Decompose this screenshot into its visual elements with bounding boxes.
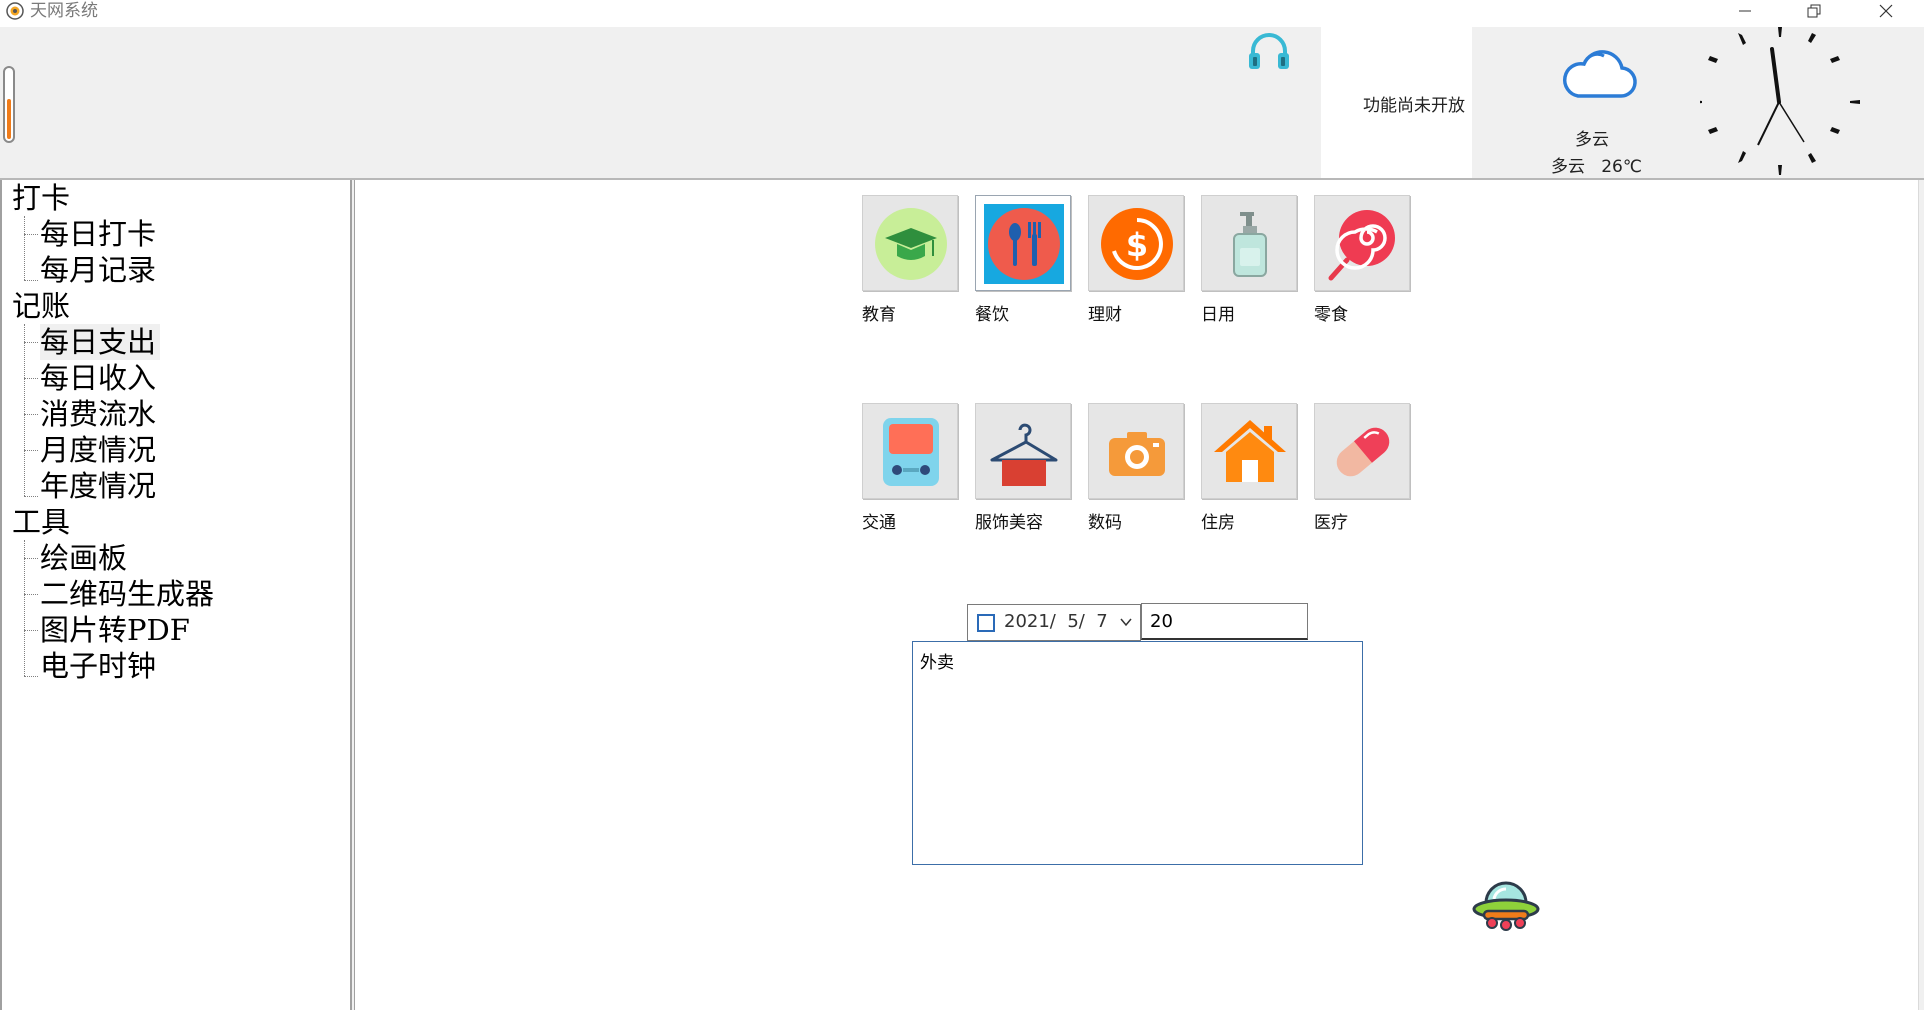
category-transport-label: 交通: [862, 513, 896, 533]
main-panel: [354, 180, 1924, 1010]
app-logo-icon: [6, 2, 24, 20]
weather-condition: 多云: [1575, 130, 1609, 150]
navigation-tree: 打卡 每日打卡 每月记录 记账 每日支出 每日收入 消费流水 月度情况 年度情况…: [0, 180, 352, 1010]
restore-icon: [1807, 4, 1821, 18]
category-apparel-button[interactable]: [975, 403, 1071, 499]
category-snacks-label: 零食: [1314, 305, 1348, 325]
category-daily-use-button[interactable]: [1201, 195, 1297, 291]
tree-item-monthly-summary[interactable]: 月度情况: [40, 432, 156, 468]
tree-connector: [24, 280, 38, 281]
notice-text: 功能尚未开放: [1363, 96, 1465, 116]
fork-spoon-icon: [984, 204, 1064, 284]
amount-input[interactable]: [1141, 603, 1308, 640]
tree-connector: [24, 630, 38, 631]
category-medical-button[interactable]: [1314, 403, 1410, 499]
date-picker[interactable]: 2021/ 5/ 7: [967, 604, 1141, 641]
soap-bottle-icon: [1233, 212, 1267, 277]
tree-item-qr-generator[interactable]: 二维码生成器: [40, 576, 214, 612]
tree-connector: [24, 414, 38, 415]
tree-connector: [24, 342, 38, 343]
tree-connector: [24, 324, 25, 496]
ufo-icon[interactable]: [1472, 873, 1540, 933]
category-daily-use-label: 日用: [1201, 305, 1235, 325]
tree-connector: [24, 450, 38, 451]
thermometer-gauge: [3, 66, 15, 143]
category-education-button[interactable]: [862, 195, 958, 291]
minimize-button[interactable]: [1714, 0, 1776, 27]
tree-connector: [24, 378, 38, 379]
window-title: 天网系统: [30, 1, 98, 21]
category-snacks-button[interactable]: [1314, 195, 1410, 291]
weather-summary: 多云 26℃: [1551, 157, 1642, 177]
tree-item-drawing-board[interactable]: 绘画板: [40, 540, 127, 576]
analog-clock: [1700, 27, 1860, 175]
category-finance-button[interactable]: $: [1088, 195, 1184, 291]
chevron-down-icon[interactable]: [1118, 615, 1134, 629]
bus-icon: [883, 418, 939, 486]
category-digital-button[interactable]: [1088, 403, 1184, 499]
tree-connector: [24, 540, 25, 676]
headphones-icon[interactable]: [1247, 31, 1291, 71]
tree-item-transactions[interactable]: 消费流水: [40, 396, 156, 432]
tree-item-daily-income[interactable]: 每日收入: [40, 360, 156, 396]
tree-group-punch[interactable]: 打卡: [12, 180, 70, 216]
close-button[interactable]: [1855, 0, 1917, 27]
category-housing-button[interactable]: [1201, 403, 1297, 499]
tree-connector: [24, 496, 38, 497]
category-dining-button[interactable]: [975, 195, 1071, 291]
category-housing-label: 住房: [1201, 513, 1235, 533]
tree-connector: [24, 234, 38, 235]
tree-connector: [24, 216, 25, 280]
hanger-icon: [990, 423, 1058, 486]
tree-connector: [24, 558, 38, 559]
scrollbar-edge: [1918, 180, 1924, 1010]
thermometer-fill: [7, 98, 11, 139]
tree-item-image-to-pdf[interactable]: 图片转PDF: [40, 612, 190, 648]
tree-item-daily-punch[interactable]: 每日打卡: [40, 216, 156, 252]
dollar-coin-icon: $: [1101, 208, 1173, 280]
tree-group-tools[interactable]: 工具: [12, 504, 70, 540]
title-bar: 天网系统: [0, 0, 1924, 27]
category-transport-button[interactable]: [862, 403, 958, 499]
category-apparel-label: 服饰美容: [975, 513, 1043, 533]
category-education-label: 教育: [862, 305, 896, 325]
tree-item-digital-clock[interactable]: 电子时钟: [40, 648, 156, 684]
lollipop-icon: [1328, 210, 1395, 281]
tree-group-accounting[interactable]: 记账: [12, 288, 70, 324]
graduation-cap-icon: [875, 208, 947, 280]
tree-connector: [24, 594, 38, 595]
date-enable-checkbox[interactable]: [977, 614, 995, 632]
category-finance-label: 理财: [1088, 305, 1122, 325]
tree-item-daily-expense[interactable]: 每日支出: [40, 324, 161, 360]
app-window: 天网系统 功能尚未开放 多云 多云 26℃ 打卡 每日打卡 每月记录 记账 每日…: [0, 0, 1924, 1010]
category-dining-label: 餐饮: [975, 305, 1009, 325]
tree-item-monthly-record[interactable]: 每月记录: [40, 252, 156, 288]
tree-connector: [24, 676, 38, 677]
cloud-icon: [1562, 50, 1637, 98]
category-digital-label: 数码: [1088, 513, 1122, 533]
close-icon: [1879, 4, 1893, 18]
category-medical-label: 医疗: [1314, 513, 1348, 533]
note-textarea[interactable]: 外卖: [912, 641, 1363, 865]
pill-icon: [1336, 427, 1390, 477]
minimize-icon: [1739, 10, 1751, 12]
svg-text:$: $: [1126, 226, 1148, 264]
tree-item-annual-summary[interactable]: 年度情况: [40, 468, 156, 504]
restore-button[interactable]: [1783, 0, 1845, 27]
camera-icon: [1109, 432, 1165, 476]
house-icon: [1214, 420, 1286, 482]
date-value: 2021/ 5/ 7: [1004, 611, 1108, 632]
